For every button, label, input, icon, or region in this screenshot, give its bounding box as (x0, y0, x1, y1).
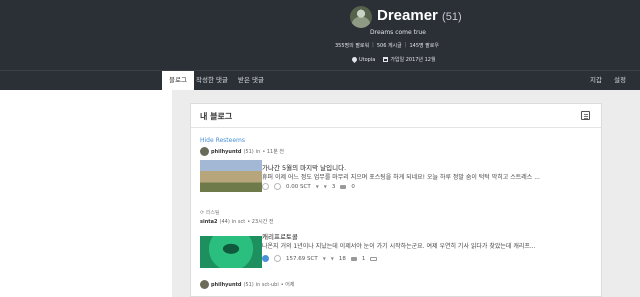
location-text: Utopia (359, 56, 376, 63)
following-count[interactable]: 145명 팔로우 (409, 42, 439, 49)
vote-count[interactable]: 18 (339, 256, 346, 262)
tab-my-comments[interactable]: 작성한 댓글 (196, 71, 228, 90)
left-panel (0, 90, 172, 297)
post-author[interactable]: sinta2 (44) in sct • 23시간 전 (200, 218, 274, 226)
comment-icon (340, 184, 347, 189)
posts-count: 506 게시글 (376, 43, 402, 49)
author-rep: (51) (243, 281, 254, 288)
divider (191, 127, 601, 128)
comment-count[interactable]: 1 (362, 256, 366, 262)
tab-received-comments[interactable]: 받은 댓글 (238, 71, 264, 90)
post-item: ⟳ 리스팀 sinta2 (44) in sct • 23시간 전 캐리프로토콜… (200, 209, 595, 269)
resteem-icon[interactable] (370, 256, 378, 261)
post-footer: 157.69 SCT ▼ ▼ 18 1 (262, 255, 378, 262)
post-author[interactable]: philhyuntd (51) in sct-ubi • 어제 (200, 280, 295, 289)
vote-count[interactable]: 3 (332, 184, 336, 190)
post-footer: 0.00 SCT ▼ ▼ 3 0 (262, 183, 355, 190)
reblog-icon: ⟳ (200, 210, 205, 216)
tab-blog[interactable]: 블로그 (162, 71, 194, 90)
comment-icon (350, 256, 357, 261)
reputation-score: (51) (442, 11, 462, 23)
post-category[interactable]: in sct-ubi (256, 282, 279, 288)
author-avatar[interactable] (200, 147, 209, 156)
chevron-down-icon[interactable]: ▼ (323, 256, 326, 261)
resteem-text: 리스팀 (205, 210, 220, 216)
post-title[interactable]: 가나간 5월의 마지막 날입니다. (262, 162, 346, 172)
comment-count[interactable]: 0 (351, 184, 355, 190)
profile-tabs: 블로그 작성한 댓글 받은 댓글 지갑 설정 (0, 70, 640, 90)
downvote-icon[interactable] (274, 183, 281, 190)
joined-text: 가입일 2017년 12월 (390, 57, 436, 63)
post-item: philhyuntd (51) in • 11분 전 가나간 5월의 마지막 날… (200, 147, 595, 197)
tab-settings[interactable]: 설정 (614, 71, 626, 90)
post-excerpt[interactable]: 나온지 거의 1년이나 지났는데 이제서야 눈이 가기 시작하는군요. 여제 우… (262, 241, 593, 250)
author-rep: (51) (243, 148, 254, 155)
calendar-icon (383, 57, 389, 62)
profile-about: Dreams come true (370, 29, 426, 36)
profile-stats: 355명의 팔로워 | 506 게시글 | 145명 팔로우 (335, 42, 439, 49)
avatar[interactable] (350, 6, 372, 28)
chevron-down-icon[interactable]: ▼ (331, 256, 334, 261)
stats-divider: | (372, 42, 374, 48)
stats-divider: | (404, 42, 407, 48)
pin-icon (350, 55, 359, 63)
chevron-down-icon[interactable]: ▼ (324, 184, 327, 189)
downvote-icon[interactable] (274, 255, 281, 262)
post-category[interactable]: in (256, 149, 261, 155)
author-name[interactable]: sinta2 (200, 219, 218, 225)
menu-icon[interactable] (581, 111, 590, 120)
blog-feed: 내 블로그 Hide Resteems philhyuntd (51) in •… (190, 103, 602, 297)
post-thumbnail[interactable] (200, 236, 262, 268)
profile-name: Dreamer (51) (377, 7, 462, 24)
author-name[interactable]: philhyuntd (211, 282, 241, 288)
profile-header: Dreamer (51) Dreams come true 355명의 팔로워 … (0, 0, 640, 70)
post-excerpt[interactable]: 휴퍼 이제 어느 정도 업무를 마무리 지으며 포스팅을 하게 되네요! 오늘 … (262, 172, 593, 181)
feed-title: 내 블로그 (200, 112, 233, 121)
followers-count[interactable]: 355명의 팔로워 (335, 42, 369, 49)
upvote-icon[interactable] (262, 255, 269, 262)
chevron-down-icon[interactable]: ▼ (316, 184, 319, 189)
author-name[interactable]: philhyuntd (211, 149, 241, 155)
location: Utopia (350, 55, 376, 63)
tab-wallet[interactable]: 지갑 (590, 71, 602, 90)
upvote-icon[interactable] (262, 183, 269, 190)
post-category[interactable]: in sct (232, 219, 245, 225)
profile-username: Dreamer (377, 7, 438, 24)
post-item: philhyuntd (51) in sct-ubi • 어제 (200, 280, 595, 294)
resteem-label: ⟳ 리스팀 (200, 209, 220, 216)
joined-date: 가입일 2017년 12월 (383, 56, 436, 63)
post-time: • 11분 전 (262, 149, 285, 155)
post-time: • 어제 (280, 282, 295, 288)
profile-meta: Utopia 가입일 2017년 12월 (350, 55, 436, 63)
post-time: • 23시간 전 (247, 219, 274, 225)
post-title[interactable]: 캐리프로토콜 (262, 231, 298, 241)
hide-resteems-link[interactable]: Hide Resteems (200, 137, 245, 144)
author-avatar[interactable] (200, 280, 209, 289)
payout-value[interactable]: 157.69 SCT (286, 256, 318, 262)
post-thumbnail[interactable] (200, 160, 262, 192)
author-rep: (44) (219, 218, 230, 225)
payout-value[interactable]: 0.00 SCT (286, 184, 311, 190)
post-author[interactable]: philhyuntd (51) in • 11분 전 (200, 147, 284, 156)
